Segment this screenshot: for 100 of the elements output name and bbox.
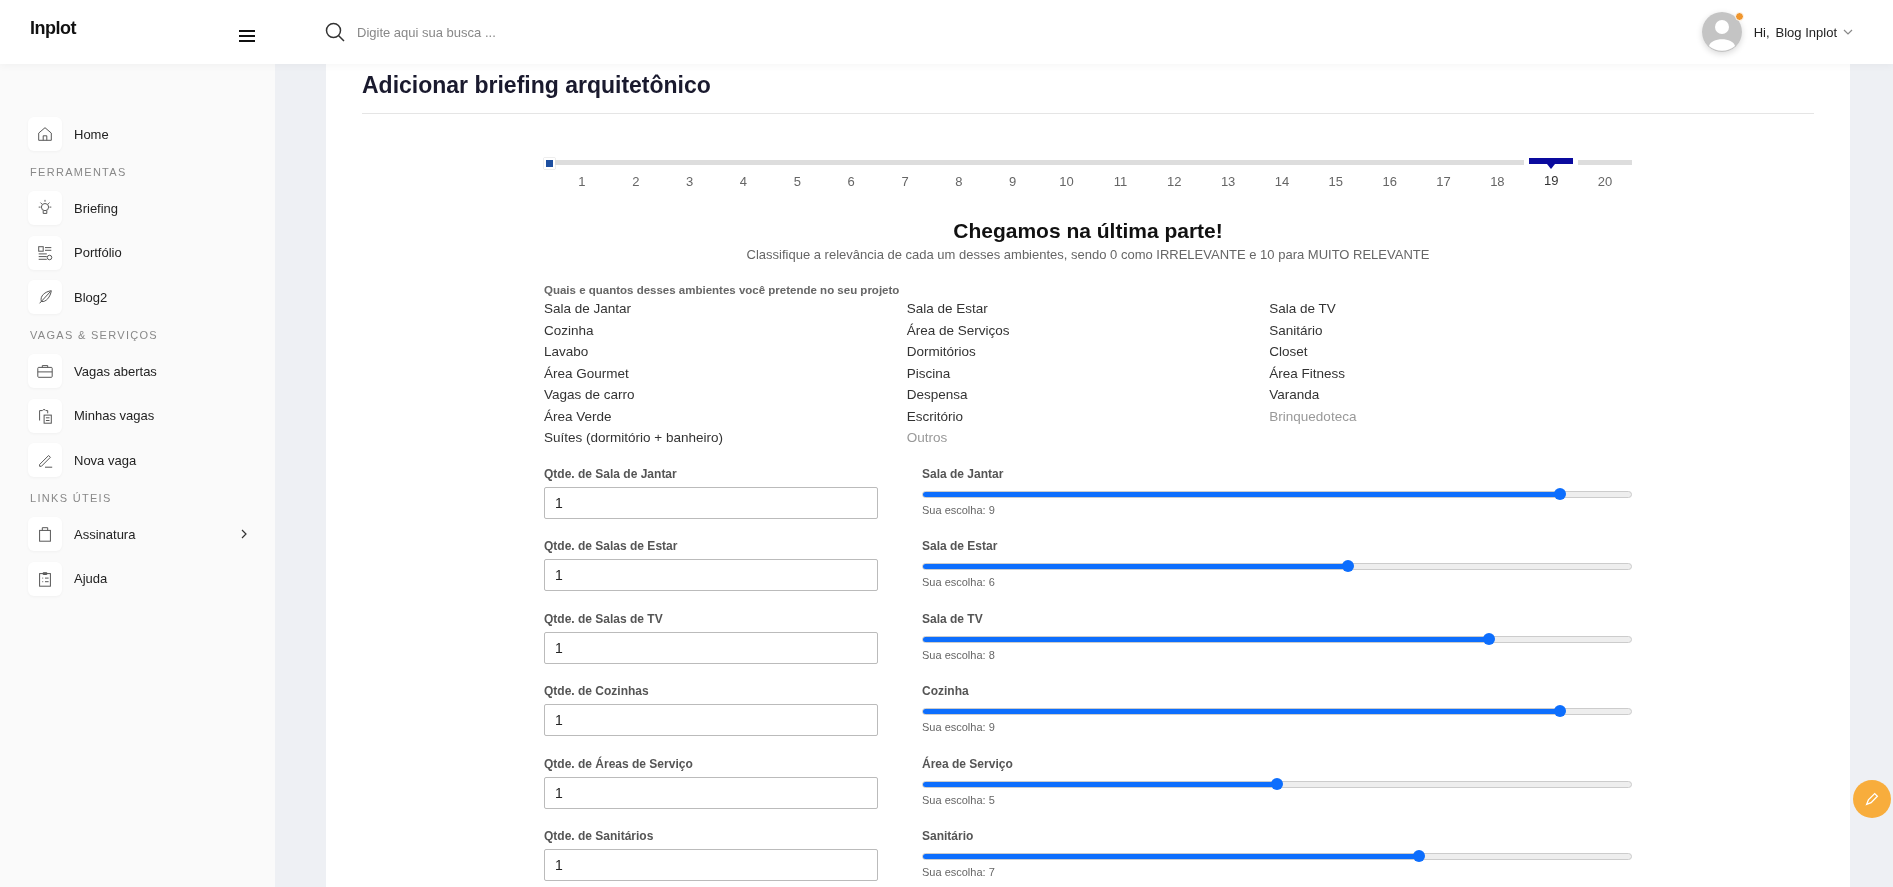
- step-number[interactable]: 5: [793, 174, 801, 189]
- slider-thumb[interactable]: [1271, 777, 1283, 790]
- step-number[interactable]: 4: [739, 174, 748, 189]
- room-option[interactable]: Sala de Estar: [906, 300, 1270, 318]
- room-option[interactable]: Closet: [1269, 343, 1632, 361]
- slider-thumb[interactable]: [1412, 850, 1425, 862]
- step-number[interactable]: 9: [1009, 174, 1017, 189]
- portfolio-icon: [36, 243, 54, 262]
- step-number[interactable]: 16: [1382, 174, 1397, 189]
- step-number[interactable]: 2: [632, 174, 640, 189]
- slider-track[interactable]: [922, 853, 1632, 860]
- slider-reading: Sua escolha: 5: [922, 793, 996, 806]
- step-number[interactable]: 19: [1544, 173, 1559, 188]
- room-option[interactable]: Vagas de carro: [544, 386, 907, 404]
- room-option[interactable]: Área de Serviços: [906, 321, 1270, 339]
- slider-track[interactable]: [922, 563, 1632, 570]
- section-subtitle: Classifique a relevância de cada um desses ambientes, sendo 0 como IRRELEVANTE e 10 para MUITO RELEVANTE: [745, 247, 1431, 262]
- slider-thumb[interactable]: [1483, 632, 1496, 645]
- nav-item[interactable]: Briefing: [74, 200, 119, 216]
- slider-reading: Sua escolha: 9: [922, 503, 996, 516]
- step-number[interactable]: 11: [1113, 174, 1128, 189]
- step-number[interactable]: 8: [955, 174, 963, 189]
- slider-track[interactable]: [922, 490, 1632, 498]
- nav-icon-tile[interactable]: [28, 398, 62, 433]
- user-name[interactable]: Blog Inplot: [1775, 24, 1837, 40]
- slider-reading: Sua escolha: 9: [922, 721, 996, 733]
- section-title: FERRAMENTAS: [30, 166, 128, 178]
- step-number[interactable]: 18: [1490, 174, 1505, 189]
- slider-track[interactable]: [922, 708, 1632, 715]
- page-title: Adicionar briefing arquitetônico: [362, 64, 1814, 114]
- room-option[interactable]: Sala de TV: [1269, 300, 1632, 318]
- slider-thumb[interactable]: [1341, 560, 1354, 572]
- step-number[interactable]: 3: [686, 174, 694, 189]
- stepper-start-marker[interactable]: [544, 158, 555, 169]
- section-heading: Chegamos na última parte!: [952, 219, 1224, 243]
- nav-item[interactable]: Minhas vagas: [74, 408, 155, 423]
- chevron-down-icon[interactable]: [1843, 29, 1853, 35]
- nav-item[interactable]: Portfólio: [74, 245, 122, 260]
- step-number[interactable]: 7: [901, 174, 909, 189]
- slider-label: Cozinha: [922, 684, 970, 698]
- room-option[interactable]: Piscina: [906, 364, 1270, 382]
- room-option[interactable]: Varanda: [1269, 386, 1632, 404]
- step-number[interactable]: 13: [1220, 174, 1236, 189]
- room-option[interactable]: Despensa: [906, 386, 1270, 404]
- nav-icon-tile[interactable]: [28, 561, 62, 596]
- logo[interactable]: Inplot: [30, 17, 76, 39]
- step-number[interactable]: 14: [1274, 174, 1290, 189]
- step-number[interactable]: 10: [1059, 174, 1074, 189]
- slider-label: Área de Serviço: [922, 756, 1014, 771]
- room-option[interactable]: Área Fitness: [1269, 364, 1632, 382]
- nav-icon-tile[interactable]: [28, 517, 62, 551]
- room-option[interactable]: Dormitórios: [906, 343, 1270, 361]
- slider-thumb[interactable]: [1554, 487, 1567, 500]
- room-option[interactable]: Cozinha: [544, 321, 907, 339]
- quantity-field[interactable]: 1: [544, 631, 878, 664]
- chevron-right-icon[interactable]: [241, 529, 247, 539]
- quantity-field[interactable]: 1: [544, 704, 878, 736]
- nav-icon-tile[interactable]: [28, 117, 62, 151]
- room-option[interactable]: Área Verde: [544, 407, 907, 425]
- nav-item[interactable]: Ajuda: [74, 571, 108, 586]
- nav-item[interactable]: Vagas abertas: [74, 363, 157, 379]
- slider-track[interactable]: [922, 635, 1632, 643]
- user-greeting: Hi,: [1753, 24, 1770, 40]
- quantity-field[interactable]: 1: [544, 849, 878, 881]
- slider-label: Sanitário: [922, 829, 975, 843]
- slider-label: Sala de TV: [922, 611, 984, 626]
- step-number[interactable]: 20: [1597, 174, 1613, 189]
- step-number[interactable]: 15: [1328, 174, 1344, 189]
- menu-icon[interactable]: [239, 30, 255, 42]
- pen-icon: [1863, 790, 1881, 808]
- bulb-icon: [36, 199, 54, 217]
- step-number[interactable]: 1: [578, 174, 586, 189]
- nav-item[interactable]: Blog2: [74, 289, 108, 305]
- step-number[interactable]: 6: [847, 174, 855, 189]
- nav-icon-tile[interactable]: [28, 235, 62, 270]
- slider-reading: Sua escolha: 8: [922, 648, 996, 661]
- slider-track[interactable]: [922, 780, 1632, 788]
- slider-reading: Sua escolha: 6: [922, 576, 996, 588]
- room-option[interactable]: Suítes (dormitório + banheiro): [544, 429, 907, 447]
- search-icon[interactable]: [325, 22, 345, 42]
- quantity-field[interactable]: 1: [544, 559, 878, 591]
- nav-item[interactable]: Home: [74, 126, 109, 142]
- quantity-field[interactable]: 1: [544, 486, 878, 519]
- room-option[interactable]: Lavabo: [544, 343, 907, 361]
- nav-item[interactable]: Nova vaga: [74, 452, 137, 468]
- section-title: VAGAS & SERVIÇOS: [30, 329, 159, 341]
- nav-icon-tile[interactable]: [28, 280, 62, 314]
- nav-item[interactable]: Assinatura: [74, 526, 136, 542]
- nav-icon-tile[interactable]: [28, 443, 62, 477]
- slider-thumb[interactable]: [1554, 705, 1567, 717]
- step-number[interactable]: 17: [1436, 174, 1451, 189]
- room-option[interactable]: Sanitário: [1269, 321, 1632, 339]
- step-number[interactable]: 12: [1167, 174, 1182, 189]
- field-label: Qtde. de Salas de TV: [544, 611, 664, 626]
- room-option[interactable]: Área Gourmet: [544, 364, 907, 382]
- nav-icon-tile[interactable]: [28, 354, 62, 388]
- quantity-field[interactable]: 1: [544, 776, 878, 809]
- nav-icon-tile[interactable]: [28, 191, 62, 225]
- room-option[interactable]: Sala de Jantar: [544, 300, 907, 318]
- room-option[interactable]: Escritório: [906, 407, 1270, 425]
